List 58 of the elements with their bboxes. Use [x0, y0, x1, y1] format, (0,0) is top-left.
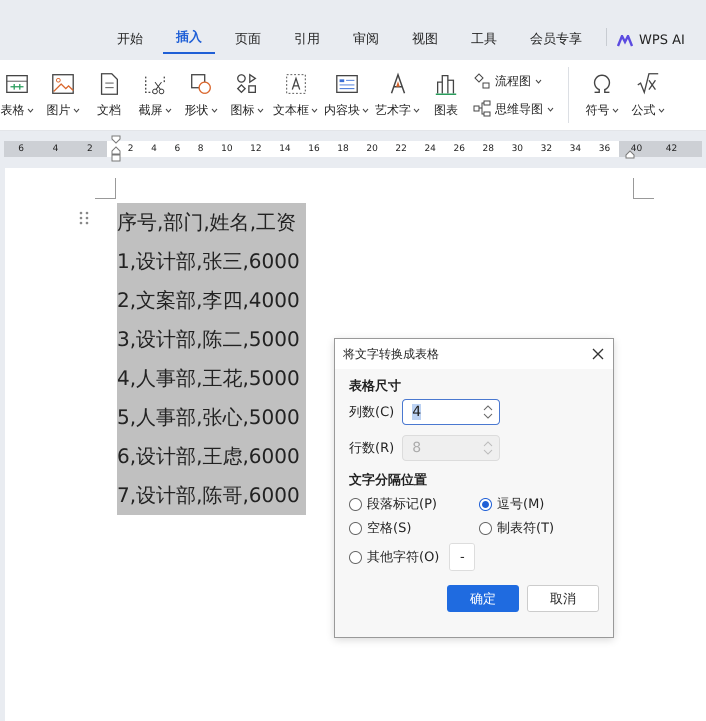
number-field[interactable]: 4	[402, 399, 500, 425]
ribbon-tab[interactable]: 引用	[281, 30, 333, 54]
radio-option[interactable]: 制表符(T)	[479, 519, 599, 537]
text-line: 1,设计部,张三,6000	[117, 248, 301, 275]
ribbon-button[interactable]: 表格	[0, 67, 40, 123]
radio-option[interactable]: 段落标记(P)	[349, 495, 479, 513]
section-heading: 表格尺寸	[349, 378, 402, 395]
text-line: 5,人事部,张心,5000	[117, 404, 301, 431]
char-field[interactable]: -	[449, 543, 476, 571]
ribbon-button[interactable]: 艺术字	[372, 67, 423, 123]
ribbon-button[interactable]: 内容块	[321, 67, 372, 123]
shapes-icon	[188, 71, 214, 97]
field-label: 行数(R)	[349, 440, 394, 457]
text-line: 2,文案部,李四,4000	[117, 287, 301, 314]
square-root-icon	[635, 71, 661, 97]
ribbon-button[interactable]: 符号	[579, 67, 625, 123]
ribbon-button[interactable]: 图片	[40, 67, 86, 123]
margin-corner	[633, 178, 654, 199]
ribbon-button[interactable]: 文档	[86, 67, 132, 123]
section-heading: 文字分隔位置	[349, 472, 428, 489]
radio-option[interactable]: 空格(S)	[349, 519, 479, 537]
text-line: 序号,部门,姓名,工资	[117, 209, 298, 236]
text-line: 4,人事部,王花,5000	[117, 365, 301, 392]
margin-corner	[95, 178, 116, 199]
ribbon-button[interactable]: 流程图	[473, 72, 554, 90]
ai-button[interactable]: WPS AI	[617, 33, 685, 54]
ribbon-tab[interactable]: 视图	[399, 30, 451, 54]
ribbon-button[interactable]: 文本框	[270, 67, 321, 123]
logo	[617, 34, 633, 46]
radio-option[interactable]: 逗号(M)	[479, 495, 599, 513]
flowchart-icon	[473, 72, 491, 90]
mind-map-icon	[473, 100, 491, 118]
ribbon-button[interactable]: 图标	[224, 67, 270, 123]
ribbon-button[interactable]: 公式	[625, 67, 671, 123]
ribbon-tab[interactable]: 工具	[458, 30, 510, 54]
image-icon	[50, 71, 76, 97]
ruler[interactable]: 6 4 2 2 4 6 8 10 12 14 16 18 20 22 24 26 28 30 32 34 36 40 42	[4, 141, 702, 157]
spin-arrows-icon[interactable]	[483, 404, 494, 420]
text-line: 7,设计部,陈哥,6000	[117, 482, 301, 509]
indent-marker-icon[interactable]	[111, 135, 121, 163]
dialog-title: 将文字转换成表格	[343, 346, 439, 362]
ribbon-tab[interactable]: 开始	[104, 30, 156, 54]
ribbon-button[interactable]: 形状	[178, 67, 224, 123]
ribbon-button[interactable]: 图表	[423, 67, 469, 123]
ok-button[interactable]: 确定	[447, 585, 519, 612]
text-line: 3,设计部,陈二,5000	[117, 326, 301, 353]
text-line: 6,设计部,王虑,6000	[117, 443, 301, 470]
ribbon-tab[interactable]: 审阅	[340, 30, 392, 54]
radio-option[interactable]: 其他字符(O)	[349, 548, 440, 566]
ribbon-button[interactable]: 思维导图	[473, 100, 554, 118]
ribbon-tab[interactable]: 页面	[222, 30, 274, 54]
ribbon-tab[interactable]: 会员专享	[517, 30, 595, 54]
cancel-button[interactable]: 取消	[527, 585, 599, 612]
ribbon-button[interactable]: 截屏	[132, 67, 178, 123]
ribbon-tab[interactable]: 插入	[163, 28, 215, 54]
close-button[interactable]	[591, 347, 605, 361]
drag-handle-icon[interactable]	[79, 211, 89, 225]
field-label: 列数(C)	[349, 404, 394, 421]
